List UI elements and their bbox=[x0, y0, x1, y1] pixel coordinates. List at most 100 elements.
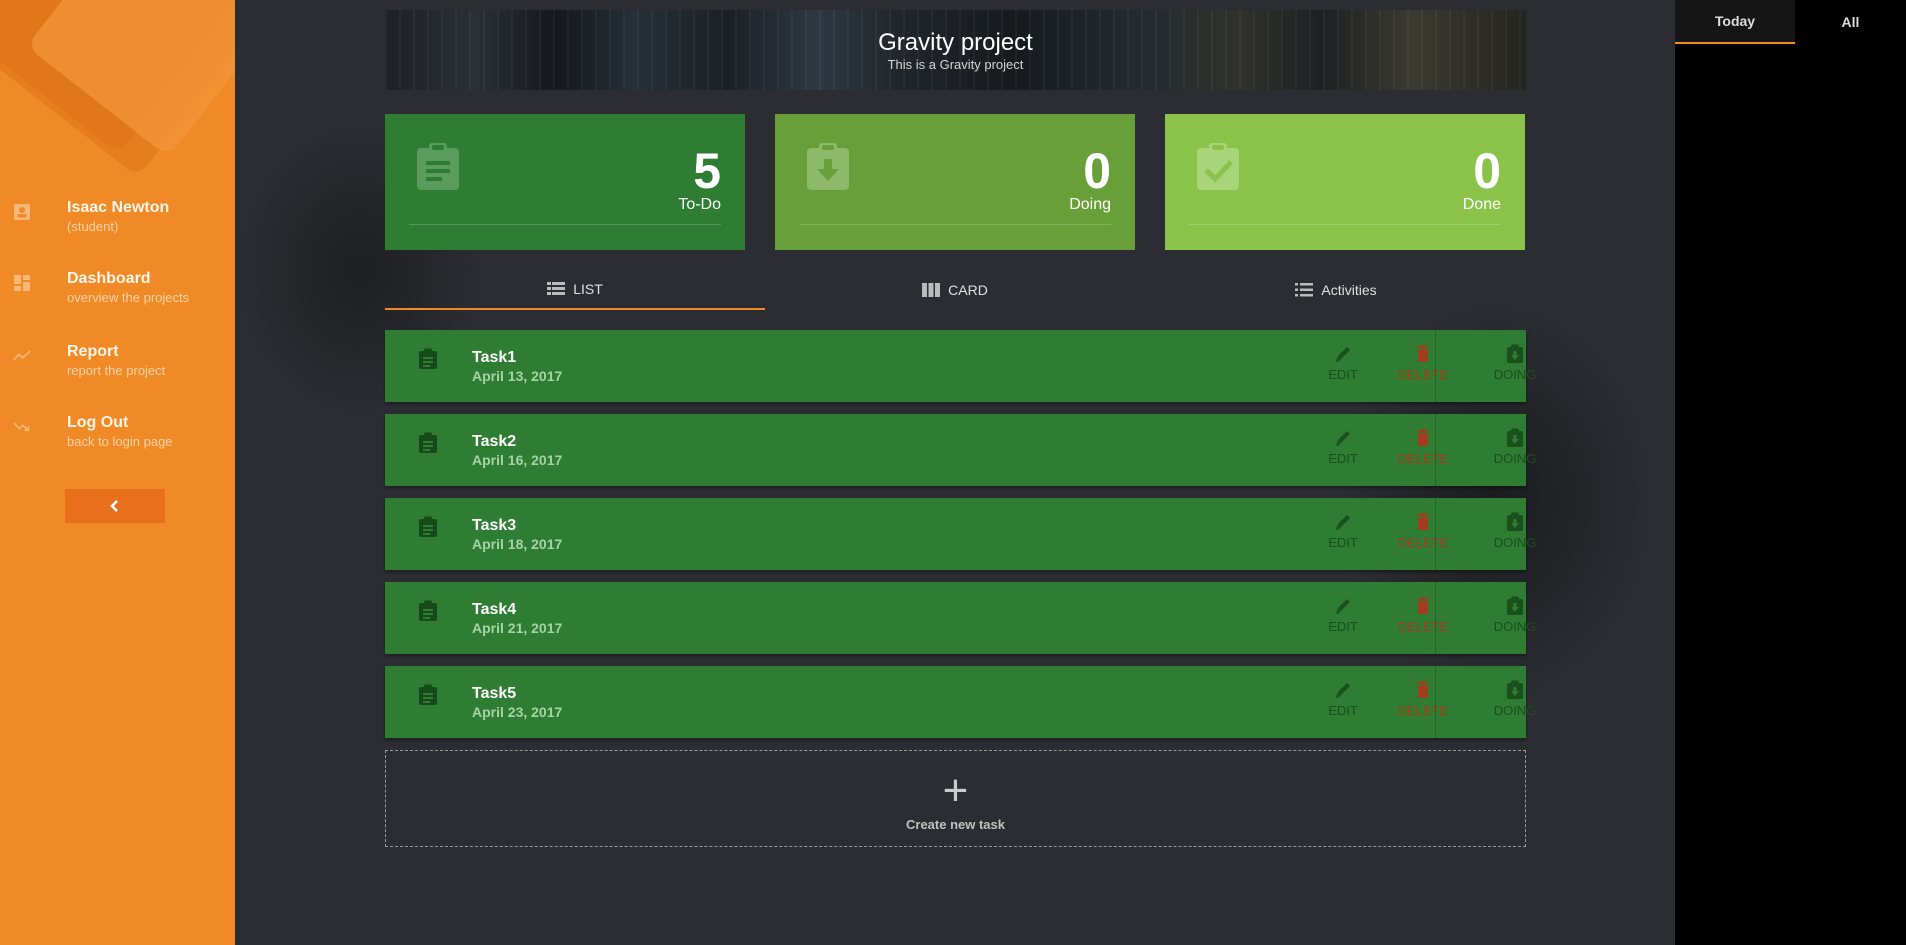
action-divider bbox=[1435, 666, 1436, 738]
task-row[interactable]: Task5 April 23, 2017 EDIT DELETE DOING bbox=[385, 666, 1536, 738]
stat-label: Done bbox=[1462, 196, 1501, 213]
action-divider bbox=[1435, 498, 1436, 570]
pencil-icon bbox=[1336, 599, 1350, 614]
move-to-doing-button[interactable]: DOING bbox=[1475, 680, 1555, 726]
clipboard-download-icon bbox=[1507, 680, 1523, 699]
stat-card-doing[interactable]: 0 Doing bbox=[775, 114, 1135, 250]
task-name: Task2 bbox=[472, 433, 517, 450]
move-to-doing-button[interactable]: DOING bbox=[1475, 344, 1555, 390]
trash-icon bbox=[1417, 681, 1429, 698]
sidebar-item-sublabel: report the project bbox=[67, 363, 166, 378]
task-name: Task3 bbox=[472, 517, 517, 534]
pencil-icon bbox=[1336, 683, 1350, 698]
doing-label: DOING bbox=[1493, 535, 1537, 550]
doing-label: DOING bbox=[1493, 367, 1537, 382]
columns-icon bbox=[922, 283, 941, 297]
stat-count: 0 bbox=[1083, 143, 1111, 199]
task-row[interactable]: Task4 April 21, 2017 EDIT DELETE DOING bbox=[385, 582, 1536, 654]
tab-label: Activities bbox=[1321, 282, 1377, 298]
sidebar-item-report[interactable]: Report report the project bbox=[0, 343, 235, 391]
delete-button[interactable]: DELETE bbox=[1383, 680, 1463, 726]
delete-label: DELETE bbox=[1397, 367, 1449, 382]
stat-label: Doing bbox=[1069, 196, 1111, 213]
contact-card-icon bbox=[14, 204, 30, 220]
sidebar-user[interactable]: Isaac Newton (student) bbox=[0, 199, 235, 247]
tab-card[interactable]: CARD bbox=[765, 270, 1145, 310]
trend-line-icon bbox=[13, 350, 31, 361]
doing-label: DOING bbox=[1493, 703, 1537, 718]
edit-button[interactable]: EDIT bbox=[1303, 428, 1383, 474]
edit-button[interactable]: EDIT bbox=[1303, 596, 1383, 642]
trash-icon bbox=[1417, 429, 1429, 446]
delete-button[interactable]: DELETE bbox=[1383, 596, 1463, 642]
logout-arrow-icon bbox=[13, 422, 30, 432]
task-row[interactable]: Task1 April 13, 2017 EDIT DELETE DOING bbox=[385, 330, 1536, 402]
stat-card-done[interactable]: 0 Done bbox=[1165, 114, 1525, 250]
stat-card-todo[interactable]: 5 To-Do bbox=[385, 114, 745, 250]
clipboard-download-icon bbox=[1507, 596, 1523, 615]
sidebar-item-label: Report bbox=[67, 343, 119, 360]
tab-list[interactable]: LIST bbox=[385, 270, 765, 310]
page-title: Gravity project bbox=[878, 29, 1033, 56]
activity-panel: Today All bbox=[1675, 0, 1906, 945]
action-divider bbox=[1435, 414, 1436, 486]
edit-button[interactable]: EDIT bbox=[1303, 344, 1383, 390]
task-date: April 16, 2017 bbox=[472, 452, 563, 468]
delete-label: DELETE bbox=[1397, 703, 1449, 718]
sidebar-item-label: Dashboard bbox=[67, 270, 151, 287]
task-name: Task5 bbox=[472, 685, 517, 702]
create-task-label: Create new task bbox=[906, 817, 1005, 832]
task-date: April 13, 2017 bbox=[472, 368, 563, 384]
edit-label: EDIT bbox=[1328, 535, 1358, 550]
plus-icon: + bbox=[942, 766, 969, 815]
bullet-list-icon bbox=[1295, 283, 1314, 297]
task-row[interactable]: Task2 April 16, 2017 EDIT DELETE DOING bbox=[385, 414, 1536, 486]
move-to-doing-button[interactable]: DOING bbox=[1475, 596, 1555, 642]
delete-button[interactable]: DELETE bbox=[1383, 344, 1463, 390]
trash-icon bbox=[1417, 597, 1429, 614]
list-icon bbox=[547, 282, 566, 295]
stat-divider bbox=[1189, 224, 1501, 225]
sidebar-item-dashboard[interactable]: Dashboard overview the projects bbox=[0, 270, 235, 318]
delete-button[interactable]: DELETE bbox=[1383, 512, 1463, 558]
tab-today[interactable]: Today bbox=[1675, 0, 1795, 44]
project-header: Gravity project This is a Gravity projec… bbox=[385, 10, 1526, 90]
sidebar: Isaac Newton (student) Dashboard overvie… bbox=[0, 0, 235, 945]
user-name: Isaac Newton bbox=[67, 199, 170, 216]
stat-count: 0 bbox=[1473, 143, 1501, 199]
delete-button[interactable]: DELETE bbox=[1383, 428, 1463, 474]
clipboard-list-icon bbox=[419, 432, 437, 453]
user-role: (student) bbox=[67, 219, 119, 234]
stat-count: 5 bbox=[693, 143, 721, 199]
edit-label: EDIT bbox=[1328, 367, 1358, 382]
edit-button[interactable]: EDIT bbox=[1303, 680, 1383, 726]
task-date: April 21, 2017 bbox=[472, 620, 563, 636]
clipboard-download-icon bbox=[1507, 344, 1523, 363]
edit-button[interactable]: EDIT bbox=[1303, 512, 1383, 558]
dashboard-icon bbox=[14, 275, 30, 291]
action-divider bbox=[1435, 330, 1436, 402]
move-to-doing-button[interactable]: DOING bbox=[1475, 512, 1555, 558]
doing-label: DOING bbox=[1493, 451, 1537, 466]
edit-label: EDIT bbox=[1328, 619, 1358, 634]
clipboard-download-icon bbox=[807, 143, 849, 190]
task-name: Task4 bbox=[472, 601, 517, 618]
collapse-sidebar-button[interactable] bbox=[65, 489, 165, 523]
task-name: Task1 bbox=[472, 349, 517, 366]
stat-label: To-Do bbox=[678, 196, 721, 213]
sidebar-item-logout[interactable]: Log Out back to login page bbox=[0, 414, 235, 462]
tab-activities[interactable]: Activities bbox=[1146, 270, 1526, 310]
task-row[interactable]: Task3 April 18, 2017 EDIT DELETE DOING bbox=[385, 498, 1536, 570]
pencil-icon bbox=[1336, 515, 1350, 530]
edit-label: EDIT bbox=[1328, 703, 1358, 718]
action-divider bbox=[1435, 582, 1436, 654]
tab-all[interactable]: All bbox=[1795, 0, 1906, 44]
delete-label: DELETE bbox=[1397, 451, 1449, 466]
clipboard-download-icon bbox=[1507, 512, 1523, 531]
edit-label: EDIT bbox=[1328, 451, 1358, 466]
create-task-button[interactable]: + Create new task bbox=[385, 750, 1526, 847]
clipboard-list-icon bbox=[419, 684, 437, 705]
clipboard-list-icon bbox=[419, 516, 437, 537]
stat-divider bbox=[799, 224, 1111, 225]
move-to-doing-button[interactable]: DOING bbox=[1475, 428, 1555, 474]
